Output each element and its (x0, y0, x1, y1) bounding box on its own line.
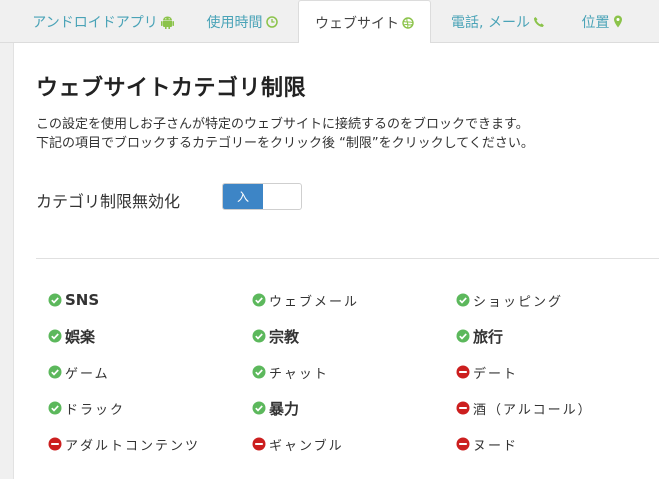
clock-icon (265, 15, 278, 28)
tab-label: 使用時間 (206, 14, 263, 31)
check-circle-icon (48, 293, 62, 307)
check-circle-icon (252, 365, 266, 379)
no-entry-icon (252, 437, 266, 451)
tab-bar: アンドロイドアプリ 使用時間 ウェブサイト 電話, メール 位置 (0, 0, 659, 44)
category-label: デート (473, 366, 519, 382)
location-pin-icon (613, 15, 623, 28)
category-item[interactable]: 娯楽 (48, 326, 95, 346)
category-item[interactable]: アダルトコンテンツ (48, 434, 200, 454)
check-circle-icon (252, 401, 266, 415)
category-label: ヌード (473, 438, 519, 454)
category-label: アダルトコンテンツ (65, 438, 201, 454)
tab-websites[interactable]: ウェブサイト (298, 0, 431, 44)
category-label: 暴力 (269, 399, 300, 418)
category-label: ドラック (65, 402, 126, 418)
globe-icon (402, 16, 414, 29)
android-icon (160, 15, 174, 29)
no-entry-icon (48, 437, 62, 451)
check-circle-icon (48, 329, 62, 343)
no-entry-icon (456, 365, 470, 379)
category-label: ゲーム (65, 366, 110, 382)
check-circle-icon (456, 293, 470, 307)
category-restriction-toggle[interactable]: 入 (222, 183, 302, 210)
category-item[interactable]: ショッピング (456, 290, 563, 310)
category-item[interactable]: ギャンブル (252, 434, 344, 454)
no-entry-icon (456, 401, 470, 415)
phone-icon (533, 16, 545, 28)
category-item[interactable]: ゲーム (48, 362, 110, 382)
category-item[interactable]: ヌード (456, 434, 518, 454)
check-circle-icon (252, 329, 266, 343)
category-item[interactable]: SNS (48, 290, 99, 310)
category-label: ギャンブル (269, 438, 344, 454)
category-label: ウェブメール (269, 294, 360, 310)
category-label: 旅行 (473, 327, 504, 346)
category-label: SNS (65, 291, 100, 309)
divider (36, 258, 659, 259)
check-circle-icon (252, 293, 266, 307)
category-item[interactable]: 暴力 (252, 398, 299, 418)
category-label: チャット (269, 366, 329, 382)
category-item[interactable]: 旅行 (456, 326, 503, 346)
toggle-on-indicator: 入 (223, 184, 263, 209)
description-line-1: この設定を使用しお子さんが特定のウェブサイトに接続するのをブロックできます。 (36, 117, 529, 132)
website-category-panel: ウェブサイトカテゴリ制限 この設定を使用しお子さんが特定のウェブサイトに接続する… (13, 43, 659, 479)
category-label: 娯楽 (65, 327, 96, 346)
tab-label: 電話, メール (451, 14, 530, 31)
tab-label: 位置 (581, 14, 610, 31)
category-item[interactable]: ドラック (48, 398, 125, 418)
tab-label: ウェブサイト (315, 15, 399, 32)
tab-phone-mail[interactable]: 電話, メール (443, 0, 553, 43)
category-item[interactable]: ウェブメール (252, 290, 359, 310)
check-circle-icon (456, 329, 470, 343)
tab-usage-time[interactable]: 使用時間 (198, 0, 286, 43)
check-circle-icon (48, 365, 62, 379)
category-item[interactable]: 宗教 (252, 326, 299, 346)
category-item[interactable]: チャット (252, 362, 329, 382)
no-entry-icon (456, 437, 470, 451)
description-line-2: 下記の項目でブロックするカテゴリーをクリック後 “制限”をクリックしてください。 (36, 136, 534, 151)
page-title: ウェブサイトカテゴリ制限 (36, 76, 307, 101)
tab-android-apps[interactable]: アンドロイドアプリ (28, 0, 178, 43)
check-circle-icon (48, 401, 62, 415)
category-item[interactable]: 酒（アルコール） (456, 398, 593, 418)
category-label: 宗教 (269, 327, 300, 346)
tab-label: アンドロイドアプリ (32, 14, 158, 31)
tab-location[interactable]: 位置 (568, 0, 636, 43)
category-restriction-disable-label: カテゴリ制限無効化 (36, 192, 181, 211)
category-item[interactable]: デート (456, 362, 518, 382)
category-label: ショッピング (473, 294, 564, 310)
category-label: 酒（アルコール） (473, 402, 593, 418)
